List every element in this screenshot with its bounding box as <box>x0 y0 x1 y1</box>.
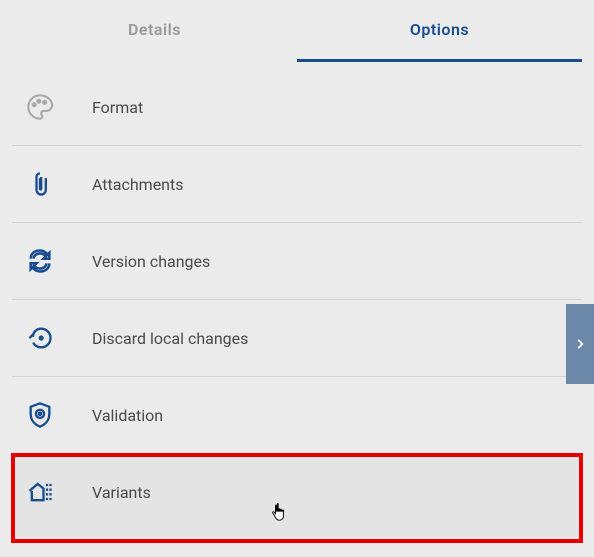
tab-options[interactable]: Options <box>297 0 582 62</box>
sync-icon <box>26 247 54 275</box>
restore-icon <box>26 324 54 352</box>
item-label: Format <box>92 98 143 117</box>
list-item-discard-local-changes[interactable]: Discard local changes <box>12 300 582 377</box>
options-list: Format Attachments Version changes <box>0 63 594 542</box>
tab-details[interactable]: Details <box>12 0 297 62</box>
options-panel: Details Options Format Attachments <box>0 0 594 542</box>
list-item-format[interactable]: Format <box>12 63 582 146</box>
item-label: Variants <box>92 483 151 502</box>
item-label: Attachments <box>92 175 184 194</box>
paperclip-icon <box>26 170 54 198</box>
tab-bar: Details Options <box>0 0 594 63</box>
item-label: Discard local changes <box>92 329 248 348</box>
list-item-validation[interactable]: Validation <box>12 377 582 454</box>
item-label: Version changes <box>92 252 210 271</box>
chevron-right-icon <box>573 337 587 351</box>
home-variants-icon <box>26 478 54 506</box>
palette-icon <box>26 93 54 121</box>
shield-check-icon <box>26 401 54 429</box>
list-item-attachments[interactable]: Attachments <box>12 146 582 223</box>
list-item-variants[interactable]: Variants <box>12 454 582 542</box>
list-item-version-changes[interactable]: Version changes <box>12 223 582 300</box>
item-label: Validation <box>92 406 163 425</box>
next-arrow-button[interactable] <box>566 304 594 384</box>
